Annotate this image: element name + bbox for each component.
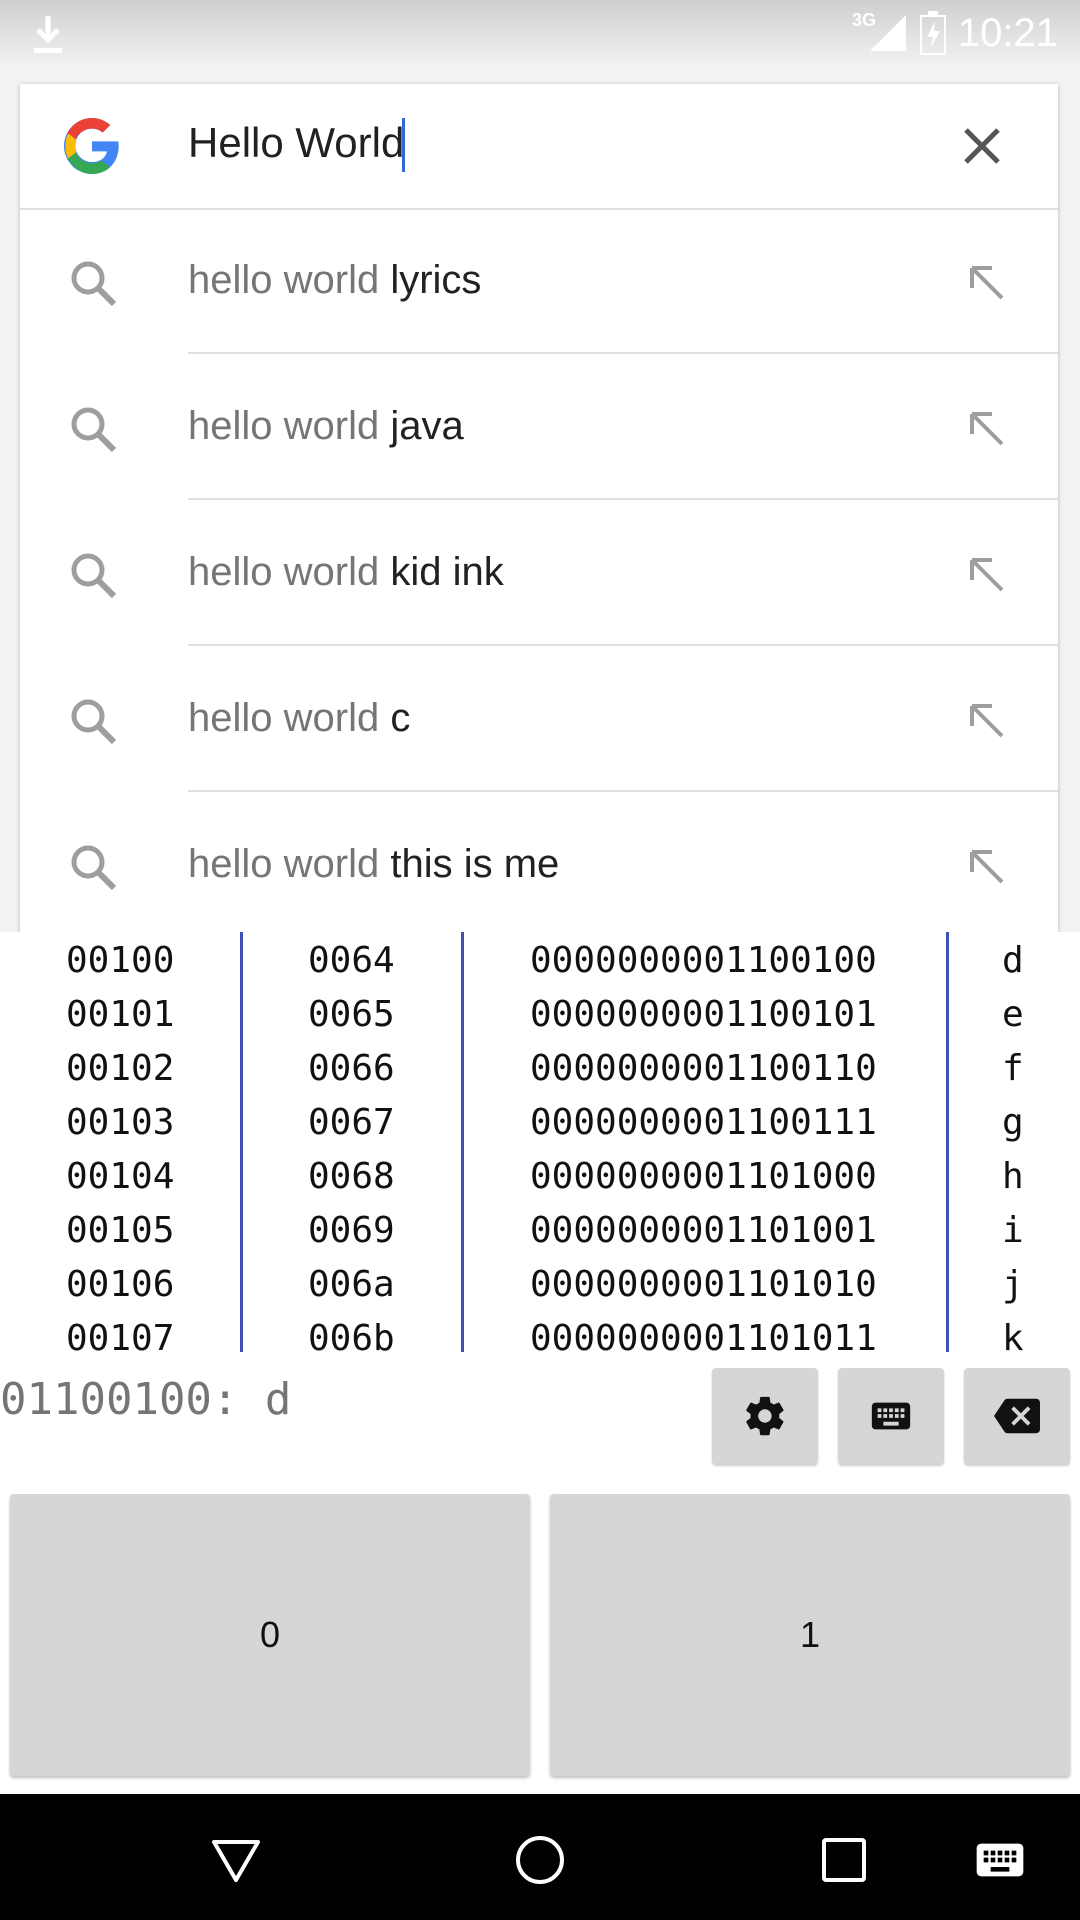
- suggestion-item[interactable]: hello world c: [20, 646, 1058, 792]
- suggestion-text: hello world java: [188, 404, 464, 448]
- binary-cell: 0000000001100110: [530, 1048, 877, 1089]
- home-icon[interactable]: [512, 1832, 568, 1888]
- search-bar: [20, 84, 1058, 210]
- char-cell: h: [1002, 1156, 1024, 1197]
- decimal-cell: 00107: [66, 1318, 175, 1359]
- search-suggestions-card: hello world lyrics hello world java hell…: [20, 84, 1058, 934]
- navigation-bar: [0, 1794, 1080, 1920]
- google-logo: [64, 118, 119, 174]
- search-icon: [71, 845, 117, 891]
- table-row[interactable]: 00103 0067 0000000001100111 g: [0, 1094, 1080, 1148]
- table-row[interactable]: 00102 0066 0000000001100110 f: [0, 1040, 1080, 1094]
- download-icon: [34, 16, 62, 53]
- table-row[interactable]: 00106 006a 0000000001101010 j: [0, 1256, 1080, 1310]
- fill-query-arrow-icon[interactable]: [966, 262, 1006, 302]
- suggestion-item[interactable]: hello world kid ink: [20, 500, 1058, 646]
- hex-cell: 0064: [308, 940, 395, 981]
- binary-cell: 0000000001101000: [530, 1156, 877, 1197]
- hex-cell: 0068: [308, 1156, 395, 1197]
- char-cell: e: [1002, 994, 1024, 1035]
- search-icon: [71, 407, 117, 453]
- switch-keyboard-button[interactable]: [838, 1368, 944, 1464]
- hex-cell: 0066: [308, 1048, 395, 1089]
- close-icon[interactable]: [960, 124, 1004, 168]
- fill-query-arrow-icon[interactable]: [966, 554, 1006, 594]
- signal-icon: [869, 15, 906, 51]
- table-row[interactable]: 00104 0068 0000000001101000 h: [0, 1148, 1080, 1202]
- suggestion-text: hello world kid ink: [188, 550, 504, 594]
- char-cell: g: [1002, 1102, 1024, 1143]
- binary-cell: 0000000001100111: [530, 1102, 877, 1143]
- char-cell: f: [1002, 1048, 1024, 1089]
- code-preview: 01100100: d: [0, 1374, 292, 1425]
- char-cell: k: [1002, 1318, 1024, 1359]
- binary-cell: 0000000001101011: [530, 1318, 877, 1359]
- table-row[interactable]: 00101 0065 0000000001100101 e: [0, 986, 1080, 1040]
- hex-cell: 006a: [308, 1264, 395, 1305]
- decimal-cell: 00104: [66, 1156, 175, 1197]
- fill-query-arrow-icon[interactable]: [966, 408, 1006, 448]
- suggestion-text: hello world c: [188, 696, 411, 740]
- hex-cell: 0065: [308, 994, 395, 1035]
- search-icon: [71, 553, 117, 599]
- suggestion-text: hello world this is me: [188, 842, 560, 886]
- char-cell: i: [1002, 1210, 1024, 1251]
- hex-cell: 0069: [308, 1210, 395, 1251]
- keyboard-switch-icon[interactable]: [972, 1832, 1028, 1888]
- search-input[interactable]: [188, 119, 888, 167]
- char-cell: j: [1002, 1264, 1024, 1305]
- binary-cell: 0000000001100100: [530, 940, 877, 981]
- search-icon: [71, 699, 117, 745]
- suggestion-item[interactable]: hello world this is me: [20, 792, 1058, 934]
- suggestion-item[interactable]: hello world java: [20, 354, 1058, 500]
- status-bar: 3G 10:21: [0, 0, 1080, 66]
- binary-cell: 0000000001101001: [530, 1210, 877, 1251]
- decimal-cell: 00102: [66, 1048, 175, 1089]
- binary-cell: 0000000001101010: [530, 1264, 877, 1305]
- back-icon[interactable]: [208, 1832, 264, 1888]
- key-zero[interactable]: 0: [10, 1494, 530, 1776]
- fill-query-arrow-icon[interactable]: [966, 700, 1006, 740]
- table-row[interactable]: 00100 0064 0000000001100100 d: [0, 932, 1080, 986]
- recents-icon[interactable]: [816, 1832, 872, 1888]
- settings-icon: [746, 1396, 784, 1436]
- hex-cell: 0067: [308, 1102, 395, 1143]
- table-row[interactable]: 00107 006b 0000000001101011 k: [0, 1310, 1080, 1364]
- text-cursor: [402, 118, 405, 172]
- decimal-cell: 00105: [66, 1210, 175, 1251]
- binary-keyboard: 00100 0064 0000000001100100 d 00101 0065…: [0, 932, 1080, 1794]
- suggestion-text: hello world lyrics: [188, 258, 482, 302]
- keyboard-icon: [871, 1402, 911, 1430]
- backspace-button[interactable]: [964, 1368, 1070, 1464]
- binary-cell: 0000000001100101: [530, 994, 877, 1035]
- decimal-cell: 00101: [66, 994, 175, 1035]
- backspace-icon: [994, 1398, 1040, 1434]
- hex-cell: 006b: [308, 1318, 395, 1359]
- char-cell: d: [1002, 940, 1024, 981]
- table-row[interactable]: 00105 0069 0000000001101001 i: [0, 1202, 1080, 1256]
- search-icon: [71, 261, 117, 307]
- decimal-cell: 00106: [66, 1264, 175, 1305]
- battery-icon: [919, 11, 946, 55]
- fill-query-arrow-icon[interactable]: [966, 846, 1006, 886]
- decimal-cell: 00103: [66, 1102, 175, 1143]
- suggestion-item[interactable]: hello world lyrics: [20, 208, 1058, 354]
- code-table[interactable]: 00100 0064 0000000001100100 d 00101 0065…: [0, 932, 1080, 1359]
- key-one[interactable]: 1: [550, 1494, 1070, 1776]
- clock: 10:21: [957, 10, 1058, 55]
- settings-button[interactable]: [712, 1368, 818, 1464]
- decimal-cell: 00100: [66, 940, 175, 981]
